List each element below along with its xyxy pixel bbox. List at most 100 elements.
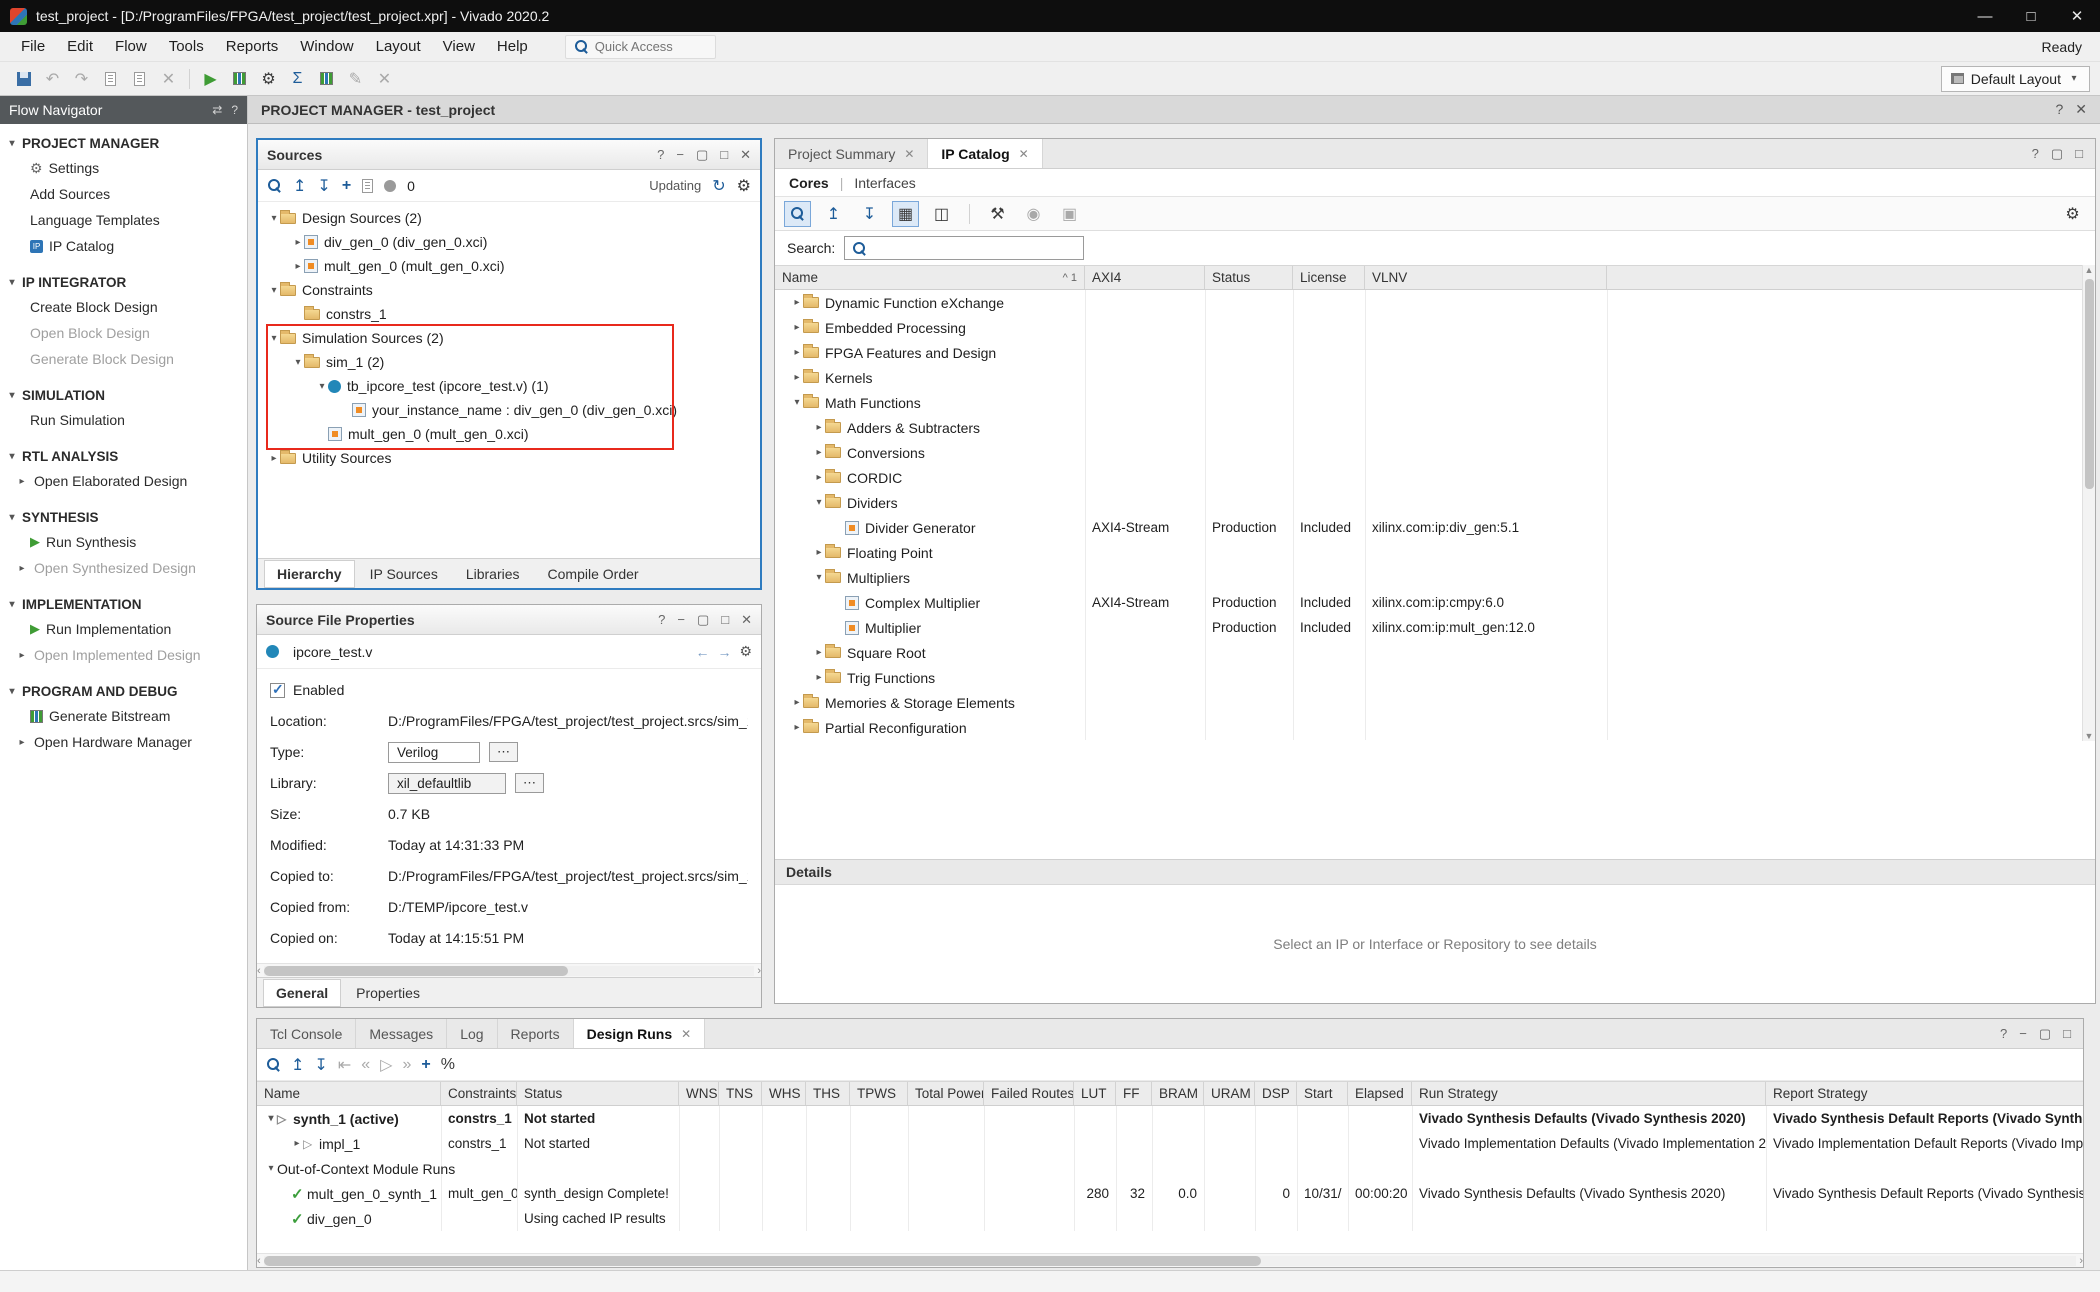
run-row-synth-1[interactable]: ▾ ▷ synth_1 (active) constrs_1 Not start… [257,1106,2083,1131]
chevron-down-icon[interactable]: ▾ [268,333,280,344]
menu-item-help[interactable]: Help [486,38,539,55]
subtab-cores[interactable]: Cores [789,175,829,191]
horizontal-scrollbar[interactable]: ‹ › [257,1253,2083,1267]
tab-ip-sources[interactable]: IP Sources [357,560,451,588]
type-input[interactable]: Verilog [388,742,480,763]
minimize-icon[interactable]: − [676,147,684,163]
help-icon[interactable]: ? [231,103,238,117]
tab-messages[interactable]: Messages [356,1019,447,1048]
chart-button[interactable] [313,66,340,92]
column-header-dsp[interactable]: DSP [1255,1082,1297,1105]
menu-item-reports[interactable]: Reports [215,38,290,55]
back-icon[interactable]: ← [695,644,709,660]
ip-status-icon[interactable]: ◉ [1020,201,1047,227]
tab-compile-order[interactable]: Compile Order [535,560,652,588]
tree-row-div-gen-0[interactable]: ▸ div_gen_0 (div_gen_0.xci) [258,230,760,254]
close-icon[interactable]: ✕ [2075,101,2087,118]
edit-file-icon[interactable] [362,179,373,193]
close-icon[interactable]: ✕ [740,147,751,163]
collapse-all-icon[interactable]: ↥ [820,201,847,227]
expand-all-icon[interactable]: ↧ [856,201,883,227]
help-icon[interactable]: ? [658,612,665,628]
scroll-left-icon[interactable]: ‹ [257,1255,261,1267]
tree-row-constrs-1[interactable]: constrs_1 [258,302,760,326]
catalog-row-square-root[interactable]: ▸ Square Root [775,640,2095,665]
paste-button[interactable] [126,66,153,92]
tree-row-simulation-sources[interactable]: ▾ Simulation Sources (2) [258,326,760,350]
tab-properties[interactable]: Properties [343,979,433,1007]
nav-item-open-elaborated-design[interactable]: ▸ Open Elaborated Design [0,468,247,494]
gear-icon[interactable]: ⚙ [2059,201,2086,227]
tree-row-sim-1[interactable]: ▾ sim_1 (2) [258,350,760,374]
rewind-icon[interactable]: « [361,1052,370,1078]
chevron-right-icon[interactable]: ▸ [813,672,825,683]
redo-button[interactable]: ↷ [68,66,95,92]
copy-button[interactable] [97,66,124,92]
section-header-project-manager[interactable]: ▾ PROJECT MANAGER [0,132,247,155]
column-header-report-strategy[interactable]: Report Strategy [1766,1082,2083,1105]
library-browse-button[interactable]: ⋯ [515,773,544,793]
column-header-status[interactable]: Status [1205,266,1293,289]
nav-item-add-sources[interactable]: Add Sources [0,181,247,207]
scroll-down-icon[interactable]: ▼ [2085,731,2094,741]
run-row-impl-1[interactable]: ▸ ▷ impl_1 constrs_1 Not started Vivado … [257,1131,2083,1156]
create-run-icon[interactable]: + [421,1052,430,1078]
chevron-right-icon[interactable]: ▸ [16,476,28,487]
catalog-row-adders-subtracters[interactable]: ▸ Adders & Subtracters [775,415,2095,440]
chevron-right-icon[interactable]: ▸ [292,261,304,272]
collapse-all-icon[interactable]: ↥ [293,173,306,199]
program-device-button[interactable] [226,66,253,92]
column-header-start[interactable]: Start [1297,1082,1348,1105]
float-icon[interactable]: ▢ [2039,1026,2051,1042]
scrollbar-thumb[interactable] [264,966,568,976]
catalog-row-embedded-processing[interactable]: ▸ Embedded Processing [775,315,2095,340]
column-header-wns[interactable]: WNS [679,1082,719,1105]
chevron-right-icon[interactable]: ▸ [813,447,825,458]
catalog-row-memories-storage[interactable]: ▸ Memories & Storage Elements [775,690,2095,715]
percent-icon[interactable]: % [441,1052,455,1078]
help-icon[interactable]: ? [2032,146,2039,161]
maximize-icon[interactable]: □ [720,147,728,163]
nav-item-open-hardware-manager[interactable]: ▸ Open Hardware Manager [0,729,247,755]
run-button[interactable]: ▶ [197,66,224,92]
swap-panel-icon[interactable]: ⇄ [212,103,222,117]
float-icon[interactable]: ▢ [697,612,709,628]
enabled-checkbox[interactable] [270,683,285,698]
close-icon[interactable]: ✕ [741,612,752,628]
run-row-div-gen-0[interactable]: ✓ div_gen_0 Using cached IP results [257,1206,2083,1231]
nav-item-language-templates[interactable]: Language Templates [0,207,247,233]
chevron-right-icon[interactable]: ▸ [16,650,28,661]
chevron-right-icon[interactable]: ▸ [791,322,803,333]
chevron-down-icon[interactable]: ▾ [265,1113,277,1124]
tree-row-your-instance-name[interactable]: your_instance_name : div_gen_0 (div_gen_… [258,398,760,422]
menu-item-tools[interactable]: Tools [158,38,215,55]
nav-item-open-synthesized-design[interactable]: ▸ Open Synthesized Design [0,555,247,581]
chevron-down-icon[interactable]: ▾ [265,1163,277,1174]
chevron-right-icon[interactable]: ▸ [791,372,803,383]
nav-item-settings[interactable]: ⚙ Settings [0,155,247,181]
report-sum-button[interactable]: Σ [284,66,311,92]
section-header-simulation[interactable]: ▾ SIMULATION [0,384,247,407]
maximize-icon[interactable]: □ [2063,1026,2071,1041]
catalog-row-dynamic-function-exchange[interactable]: ▸ Dynamic Function eXchange [775,290,2095,315]
search-toggle-button[interactable] [784,201,811,227]
edit-button[interactable]: ✎ [342,66,369,92]
tree-row-mult-gen-0[interactable]: ▸ mult_gen_0 (mult_gen_0.xci) [258,254,760,278]
column-header-name[interactable]: Name ^ 1 [775,266,1085,289]
nav-item-run-simulation[interactable]: Run Simulation [0,407,247,433]
column-header-lut[interactable]: LUT [1074,1082,1116,1105]
chevron-right-icon[interactable]: ▸ [813,472,825,483]
section-header-implementation[interactable]: ▾ IMPLEMENTATION [0,593,247,616]
layout-selector[interactable]: Default Layout ▾ [1941,66,2090,92]
chevron-right-icon[interactable]: ▸ [16,563,28,574]
ip-search-input[interactable] [873,241,1076,256]
repository-icon[interactable]: ▣ [1056,201,1083,227]
tree-row-mult-gen-0-sim[interactable]: mult_gen_0 (mult_gen_0.xci) [258,422,760,446]
close-icon[interactable]: ✕ [681,1027,691,1041]
column-header-uram[interactable]: URAM [1204,1082,1255,1105]
column-header-failed-routes[interactable]: Failed Routes [984,1082,1074,1105]
tab-ip-catalog[interactable]: IP Catalog ✕ [928,139,1042,168]
column-header-whs[interactable]: WHS [762,1082,806,1105]
chevron-right-icon[interactable]: ▸ [292,237,304,248]
nav-item-open-implemented-design[interactable]: ▸ Open Implemented Design [0,642,247,668]
